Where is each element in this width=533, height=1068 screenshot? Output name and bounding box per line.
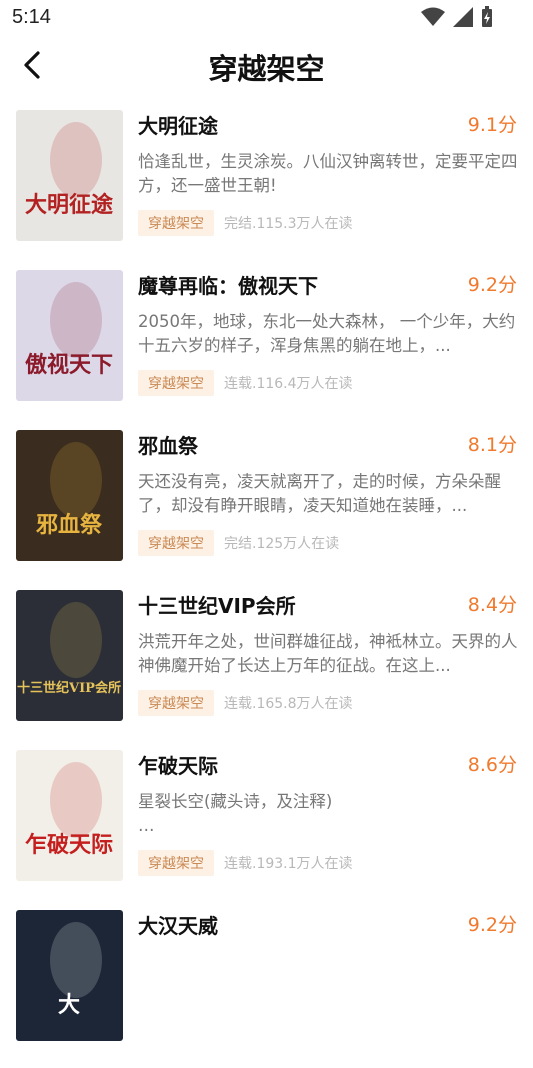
cover-lettering: 邪血祭	[35, 512, 103, 538]
book-item[interactable]: 乍破天际 乍破天际 8.6分 星裂长空(藏头诗，及注释) … 穿越架空 连载.1…	[0, 748, 533, 908]
cover-lettering: 乍破天际	[25, 832, 113, 858]
cover-lettering: 傲视天下	[25, 352, 113, 378]
category-tag[interactable]: 穿越架空	[138, 210, 214, 236]
header: 穿越架空	[0, 36, 533, 98]
book-meta: 穿越架空 连载.193.1万人在读	[138, 850, 353, 876]
read-status: 连载.165.8万人在读	[224, 696, 353, 712]
category-tag[interactable]: 穿越架空	[138, 370, 214, 396]
cover-art: 大明征途	[16, 110, 123, 241]
book-item[interactable]: 大 大汉天威 9.2分	[0, 908, 533, 1068]
book-title[interactable]: 乍破天际	[138, 750, 218, 779]
book-title[interactable]: 大明征途	[138, 110, 218, 139]
category-tag[interactable]: 穿越架空	[138, 530, 214, 556]
book-score: 8.1分	[467, 434, 517, 456]
category-tag[interactable]: 穿越架空	[138, 690, 214, 716]
book-title[interactable]: 魔尊再临：傲视天下	[138, 270, 318, 299]
book-score: 9.1分	[467, 114, 517, 136]
book-item[interactable]: 傲视天下 魔尊再临：傲视天下 9.2分 2050年，地球，东北一处大森林， 一个…	[0, 268, 533, 428]
signal-icon	[453, 7, 473, 27]
read-status: 完结.125万人在读	[224, 536, 340, 552]
cover-art: 邪血祭	[16, 430, 123, 561]
status-icons	[421, 6, 493, 28]
cover-art: 傲视天下	[16, 270, 123, 401]
wifi-icon	[421, 7, 445, 26]
cover-lettering: 十三世纪VIP会所	[17, 680, 121, 696]
book-title[interactable]: 十三世纪VIP会所	[138, 590, 296, 619]
book-cover[interactable]: 傲视天下	[16, 270, 123, 401]
cover-art: 大	[16, 910, 123, 1041]
book-score: 9.2分	[467, 274, 517, 296]
page-title: 穿越架空	[208, 52, 325, 86]
book-description: 星裂长空(藏头诗，及注释) …	[138, 792, 333, 835]
book-title[interactable]: 大汉天威	[138, 910, 218, 939]
status-time: 5:14	[12, 6, 51, 28]
book-item[interactable]: 大明征途 大明征途 9.1分 恰逢乱世，生灵涂炭。八仙汉钟离转世，定要平定四方，…	[0, 108, 533, 268]
category-tag[interactable]: 穿越架空	[138, 850, 214, 876]
book-item[interactable]: 十三世纪VIP会所 十三世纪VIP会所 8.4分 洪荒开年之处，世间群雄征战，神…	[0, 588, 533, 748]
book-meta: 穿越架空 完结.125万人在读	[138, 530, 339, 556]
book-meta: 穿越架空 连载.116.4万人在读	[138, 370, 353, 396]
book-list: 大明征途 大明征途 9.1分 恰逢乱世，生灵涂炭。八仙汉钟离转世，定要平定四方，…	[0, 108, 533, 1068]
book-meta: 穿越架空 完结.115.3万人在读	[138, 210, 353, 236]
read-status: 完结.115.3万人在读	[224, 216, 353, 232]
book-cover[interactable]: 十三世纪VIP会所	[16, 590, 123, 721]
book-description: 洪荒开年之处，世间群雄征战，神袛林立。天界的人神佛魔开始了长达上万年的征战。在这…	[138, 632, 518, 675]
book-item[interactable]: 邪血祭 邪血祭 8.1分 天还没有亮，凌天就离开了，走的时候，方朵朵醒了，却没有…	[0, 428, 533, 588]
status-bar: 5:14	[0, 0, 533, 36]
cover-art: 乍破天际	[16, 750, 123, 881]
book-description: 天还没有亮，凌天就离开了，走的时候，方朵朵醒了，却没有睁开眼睛，凌天知道她在装睡…	[138, 472, 501, 515]
book-meta: 穿越架空 连载.165.8万人在读	[138, 690, 353, 716]
book-description: 恰逢乱世，生灵涂炭。八仙汉钟离转世，定要平定四方，还一盛世王朝!	[138, 152, 518, 195]
cover-lettering: 大	[58, 992, 80, 1018]
read-status: 连载.116.4万人在读	[224, 376, 353, 392]
book-score: 8.6分	[467, 754, 517, 776]
book-score: 9.2分	[467, 914, 517, 936]
book-cover[interactable]: 乍破天际	[16, 750, 123, 881]
cover-art: 十三世纪VIP会所	[16, 590, 123, 721]
cover-lettering: 大明征途	[25, 192, 114, 218]
book-description: 2050年，地球，东北一处大森林， 一个少年，大约十五六岁的样子，浑身焦黑的躺在…	[138, 312, 516, 355]
book-cover[interactable]: 大明征途	[16, 110, 123, 241]
book-cover[interactable]: 邪血祭	[16, 430, 123, 561]
book-title[interactable]: 邪血祭	[138, 430, 198, 459]
book-score: 8.4分	[467, 594, 517, 616]
book-cover[interactable]: 大	[16, 910, 123, 1041]
read-status: 连载.193.1万人在读	[224, 856, 353, 872]
battery-icon	[482, 6, 492, 27]
